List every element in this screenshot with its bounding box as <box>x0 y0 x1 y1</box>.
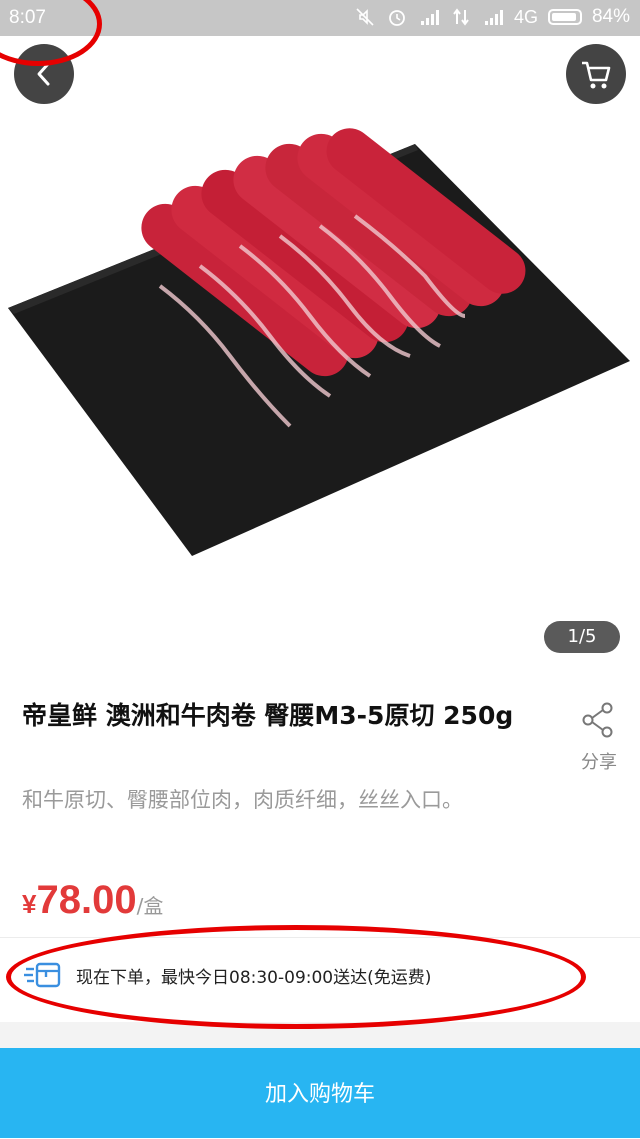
product-price: ¥78.00/盒 <box>22 878 163 923</box>
product-description: 和牛原切、臀腰部位肉，肉质纤细，丝丝入口。 <box>22 788 463 812</box>
shopping-cart-icon <box>582 61 611 89</box>
add-to-cart-button[interactable]: 加入购物车 <box>0 1048 640 1138</box>
signal-icon <box>420 10 439 25</box>
data-transfer-icon <box>453 8 469 26</box>
annotation-circle-delivery <box>6 925 586 1029</box>
share-label: 分享 <box>581 752 617 773</box>
alarm-icon <box>389 10 405 26</box>
product-title: 帝皇鲜 澳洲和牛肉卷 臀腰M3-5原切 250g <box>22 701 514 730</box>
battery-icon <box>547 9 582 25</box>
price-amount: 78.00 <box>36 878 137 922</box>
product-image-carousel[interactable]: 1/5 <box>0 36 640 676</box>
product-image <box>8 128 630 556</box>
share-button[interactable]: 分享 <box>574 700 624 774</box>
mute-icon <box>356 8 374 26</box>
image-page-indicator: 1/5 <box>544 621 620 653</box>
network-type: 4G <box>513 6 538 27</box>
signal-icon <box>484 10 503 25</box>
share-icon <box>582 702 613 738</box>
price-currency: ¥ <box>22 889 37 919</box>
battery-level: 84% <box>591 6 630 27</box>
cart-button[interactable] <box>566 44 626 104</box>
status-icons: 4G 84% <box>354 6 630 28</box>
price-unit: /盒 <box>136 894 164 918</box>
